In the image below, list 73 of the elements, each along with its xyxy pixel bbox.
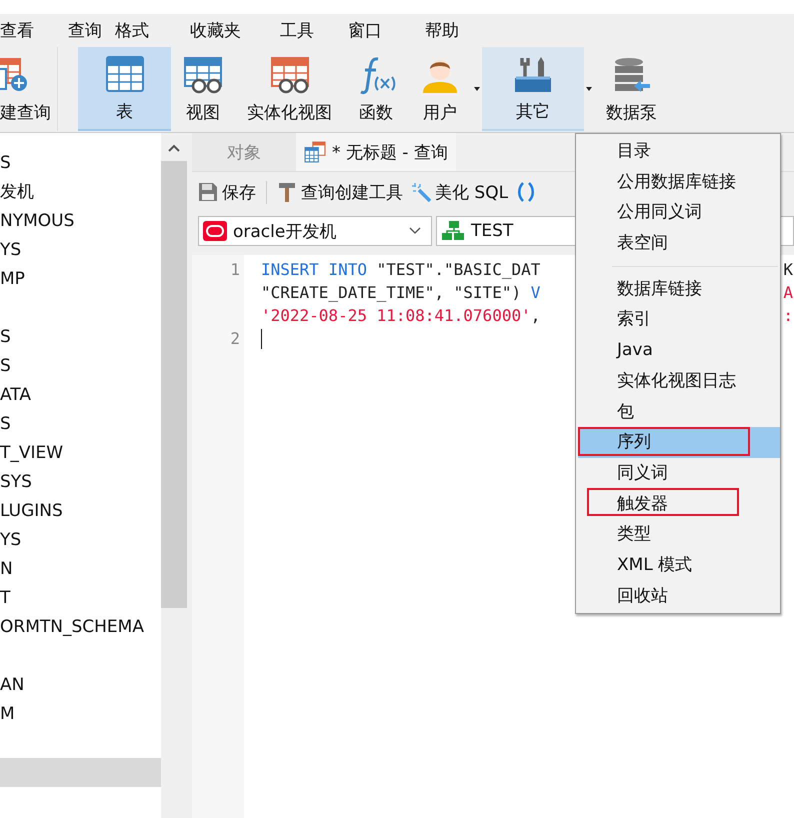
toolbar-button[interactable]: 表 [78,47,171,131]
menu-item[interactable]: 目录 [578,136,780,167]
menu-bar-item[interactable]: 窗口 [348,19,382,42]
tree-item[interactable]: MP [0,265,161,294]
toolbar-button[interactable]: 保存 [196,180,267,204]
tree-item[interactable]: S [0,352,161,381]
tree-item[interactable]: ATA [0,381,161,410]
menu-bar-item[interactable]: 查询 [68,19,102,42]
schema-tree-icon [441,221,465,241]
table-icon [104,54,144,94]
tree-item[interactable]: YS [0,526,161,555]
menu-item[interactable]: XML 模式 [578,550,780,581]
tree-item[interactable]: N [0,555,161,584]
toolbar-button[interactable]: 美化 SQL [409,180,510,204]
menu-item[interactable]: 回收站 [578,580,780,612]
toolbar-button[interactable]: 其它 [482,47,584,131]
toolbar-button[interactable]: 数据泵 [594,47,669,131]
save-icon [198,182,218,202]
tree-item[interactable]: S [0,323,161,352]
dropdown-field[interactable]: oracle开发机 [198,216,432,246]
tree-item[interactable]: T_VIEW [0,439,161,468]
line-number: 1 [230,259,240,281]
tree-item[interactable]: LUGINS [0,497,161,526]
toolbar-button[interactable]: 实体化视图 [235,47,344,131]
chevron-down-icon [409,227,421,235]
menu-item[interactable]: 类型 [578,519,780,550]
tree-item[interactable]: NYMOUS [0,207,161,236]
menu-item[interactable]: 索引 [578,304,780,336]
hammer-icon [277,182,297,202]
menu-item[interactable]: 同义词 [578,458,780,489]
menu-item[interactable]: 公用同义词 [578,197,780,228]
code-text: : [783,305,793,327]
code-text: A [783,282,793,304]
magic-wand-icon [411,182,431,202]
menu-bar-item[interactable]: 帮助 [425,19,459,42]
code-text: INSERT INTO "TEST"."BASIC_DAT [261,259,540,281]
query-table-icon [304,141,326,163]
code-text: '2022-08-25 11:08:41.076000', [261,305,540,327]
caret-icon[interactable] [586,87,592,91]
menu-bar-item[interactable]: 格式 [115,19,149,42]
parentheses-icon [516,182,536,202]
toolbar-button[interactable]: 建查询 [0,47,51,131]
table-glasses-icon [183,54,223,94]
tree-item[interactable]: SYS [0,468,161,497]
menu-item[interactable]: 公用数据库链接 [578,166,780,198]
tree-item[interactable]: AN [0,671,161,700]
tab[interactable]: * 无标题 - 查询 [296,133,456,171]
tree-item[interactable]: YS [0,236,161,265]
toolbar-button[interactable]: 用户 [408,47,472,131]
menu-item[interactable]: 实体化视图日志 [578,366,780,396]
tree-item[interactable]: T [0,584,161,613]
tree-item[interactable]: ORMTN_SCHEMA [0,613,161,642]
toolbar-button[interactable]: 视图 [171,47,235,131]
code-text: K [783,259,793,281]
scrollbar-thumb[interactable] [161,161,187,608]
tree-item[interactable]: S [0,149,161,178]
menu-item[interactable]: 包 [578,396,780,428]
tree-item[interactable]: S [0,410,161,439]
toolbar-button[interactable]: 函数 [344,47,408,131]
scroll-up-icon[interactable] [167,143,181,153]
menu-item[interactable]: Java [578,335,780,366]
menu-bar-item[interactable]: 工具 [280,19,314,42]
menu-bar-item[interactable]: 收藏夹 [190,19,241,42]
menu-bar-item[interactable]: 查看 [0,19,34,42]
line-number: 2 [230,328,240,350]
tree-item[interactable]: M [0,700,161,729]
tree-item[interactable]: 发机 [0,178,161,207]
code-text: "CREATE_DATE_TIME", "SITE") V [261,282,540,304]
table-glasses-icon [270,54,310,94]
toolbar-button[interactable]: 查询创建工具 [275,180,405,204]
oracle-icon [203,221,227,241]
menu-item[interactable]: 表空间 [578,228,780,259]
menu-item[interactable]: 数据库链接 [578,274,780,304]
